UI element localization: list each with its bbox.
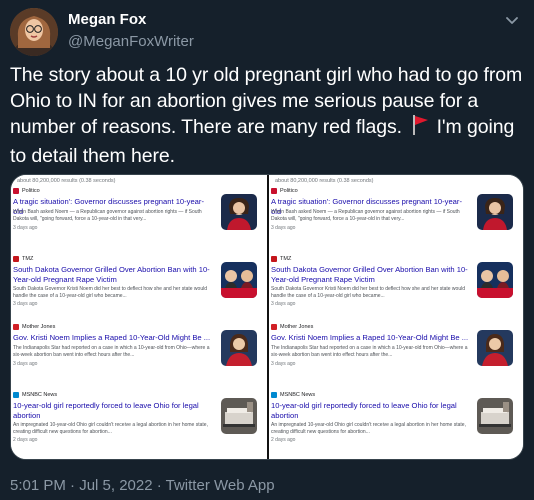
- result-snippet: South Dakota Governor Kristi Noem did he…: [271, 286, 465, 299]
- source-name: MSNBC News: [22, 392, 58, 398]
- result-date: 3 days ago: [13, 361, 38, 367]
- result-source: Mother Jones: [13, 324, 55, 330]
- result-count: about 80,200,000 results (0.38 seconds): [275, 178, 374, 184]
- source-favicon-icon: [271, 324, 277, 330]
- source-name: TMZ: [22, 256, 34, 262]
- source-favicon-icon: [271, 188, 277, 194]
- result-source: Mother Jones: [271, 324, 313, 330]
- source-name: Mother Jones: [22, 324, 56, 330]
- result-date: 3 days ago: [13, 301, 38, 307]
- result-thumbnail: [477, 194, 513, 230]
- source-favicon-icon: [13, 324, 19, 330]
- result-snippet: The Indianapolis Star had reported on a …: [13, 345, 210, 358]
- result-snippet: The Indianapolis Star had reported on a …: [271, 345, 468, 358]
- result-thumbnail: [477, 330, 513, 366]
- result-thumbnail: [221, 194, 257, 230]
- search-screenshot-left: about 80,200,000 results (0.38 seconds) P…: [11, 175, 267, 459]
- search-result: Mother Jones Gov. Kristi Noem Implies a R…: [271, 324, 519, 380]
- result-source: TMZ: [271, 256, 291, 262]
- source-favicon-icon: [13, 392, 19, 398]
- search-result: Politico A tragic situation': Governor di…: [13, 188, 263, 244]
- result-headline: 10-year-old girl reportedly forced to le…: [271, 401, 457, 420]
- search-result: Mother Jones Gov. Kristi Noem Implies a R…: [13, 324, 263, 380]
- search-result: Politico A tragic situation': Governor di…: [271, 188, 519, 244]
- chevron-down-icon[interactable]: [500, 8, 524, 32]
- result-date: 3 days ago: [271, 225, 296, 231]
- author-names: Megan Fox @MeganFoxWriter: [68, 10, 194, 52]
- result-date: 2 days ago: [13, 437, 38, 443]
- source-favicon-icon: [271, 392, 277, 398]
- search-result: MSNBC News 10-year-old girl reportedly fo…: [271, 392, 519, 448]
- result-source: Politico: [271, 188, 298, 194]
- result-snippet: An impregnated 10-year-old Ohio girl cou…: [271, 422, 466, 435]
- source-name: Politico: [22, 188, 40, 194]
- result-date: 3 days ago: [13, 225, 38, 231]
- search-result: TMZ South Dakota Governor Grilled Over Ab…: [13, 256, 263, 312]
- avatar[interactable]: [10, 8, 58, 56]
- handle[interactable]: @MeganFoxWriter: [68, 32, 194, 52]
- source-name: Mother Jones: [280, 324, 314, 330]
- source-favicon-icon: [271, 256, 277, 262]
- source-name: MSNBC News: [280, 392, 316, 398]
- result-headline: South Dakota Governor Grilled Over Abort…: [13, 265, 210, 284]
- result-date: 2 days ago: [271, 437, 296, 443]
- result-source: Politico: [13, 188, 40, 194]
- search-result: MSNBC News 10-year-old girl reportedly fo…: [13, 392, 263, 448]
- result-snippet: South Dakota Governor Kristi Noem did he…: [13, 286, 207, 299]
- source-favicon-icon: [13, 256, 19, 262]
- result-date: 3 days ago: [271, 361, 296, 367]
- triangular-flag-icon: [411, 114, 431, 143]
- result-date: 3 days ago: [271, 301, 296, 307]
- tweet-timestamp[interactable]: 5:01 PM · Jul 5, 2022 · Twitter Web App: [10, 476, 275, 496]
- source-name: Politico: [280, 188, 298, 194]
- result-thumbnail: [221, 398, 257, 434]
- source-favicon-icon: [13, 188, 19, 194]
- search-result: TMZ South Dakota Governor Grilled Over Ab…: [271, 256, 519, 312]
- result-thumbnail: [221, 262, 257, 298]
- result-count: about 80,200,000 results (0.38 seconds): [17, 178, 116, 184]
- result-thumbnail: [221, 330, 257, 366]
- tweet-text: The story about a 10 yr old pregnant gir…: [10, 62, 524, 169]
- result-source: TMZ: [13, 256, 33, 262]
- search-screenshot-right: about 80,200,000 results (0.38 seconds) P…: [267, 175, 523, 459]
- source-name: TMZ: [280, 256, 292, 262]
- result-thumbnail: [477, 398, 513, 434]
- result-snippet: An impregnated 10-year-old Ohio girl cou…: [13, 422, 208, 435]
- result-snippet: When Bash asked Noem — a Republican gove…: [13, 209, 202, 222]
- result-source: MSNBC News: [13, 392, 57, 398]
- result-headline: Gov. Kristi Noem Implies a Raped 10-Year…: [271, 333, 469, 342]
- result-snippet: When Bash asked Noem — a Republican gove…: [271, 209, 460, 222]
- display-name[interactable]: Megan Fox: [68, 10, 194, 30]
- tweet-header: Megan Fox @MeganFoxWriter: [10, 8, 524, 56]
- result-thumbnail: [477, 262, 513, 298]
- result-headline: South Dakota Governor Grilled Over Abort…: [271, 265, 468, 284]
- attached-image[interactable]: about 80,200,000 results (0.38 seconds) P…: [10, 174, 524, 460]
- result-source: MSNBC News: [271, 392, 315, 398]
- result-headline: Gov. Kristi Noem Implies a Raped 10-Year…: [13, 333, 211, 342]
- result-headline: 10-year-old girl reportedly forced to le…: [13, 401, 199, 420]
